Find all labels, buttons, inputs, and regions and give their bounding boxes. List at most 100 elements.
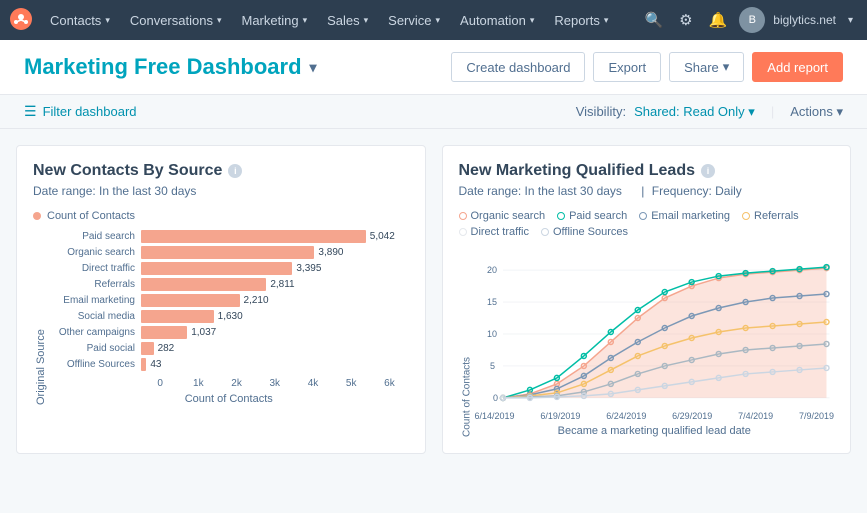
bar-label: Organic search xyxy=(49,247,141,258)
bar-fill xyxy=(141,326,187,339)
bar-value: 1,630 xyxy=(218,311,243,322)
settings-icon[interactable]: ⚙ xyxy=(675,7,696,33)
line-legend-label: Organic search xyxy=(471,210,546,222)
bar-x-axis-label: Count of Contacts xyxy=(49,393,409,405)
nav-conversations[interactable]: Conversations▾ xyxy=(120,0,232,40)
bar-chart-card: New Contacts By Source i Date range: In … xyxy=(16,145,426,454)
bar-label: Direct traffic xyxy=(49,263,141,274)
nav-automation[interactable]: Automation▾ xyxy=(450,0,544,40)
share-caret: ▾ xyxy=(723,59,730,75)
visibility-label: Visibility: xyxy=(576,104,626,119)
line-chart-svg: 0 5 10 15 20 xyxy=(475,246,835,406)
bar-label: Offline Sources xyxy=(49,359,141,370)
bar-value: 5,042 xyxy=(370,231,395,242)
bar-row: Paid social282 xyxy=(49,342,409,355)
search-icon[interactable]: 🔍 xyxy=(640,7,667,33)
bar-fill-wrapper: 1,037 xyxy=(141,326,409,339)
line-chart-body: Count of Contacts 0 5 10 15 20 xyxy=(459,246,835,437)
bar-x-tick: 6k xyxy=(370,378,408,389)
bar-x-tick: 1k xyxy=(179,378,217,389)
line-chart-card: New Marketing Qualified Leads i Date ran… xyxy=(442,145,852,454)
line-legend-item: Offline Sources xyxy=(541,226,628,238)
bar-fill xyxy=(141,262,292,275)
bar-x-tick: 3k xyxy=(256,378,294,389)
line-legend-item: Referrals xyxy=(742,210,799,222)
line-legend-item: Email marketing xyxy=(639,210,730,222)
nav-contacts[interactable]: Contacts▾ xyxy=(40,0,120,40)
bar-fill xyxy=(141,342,154,355)
bar-value: 2,210 xyxy=(244,295,269,306)
svg-text:5: 5 xyxy=(489,361,494,371)
line-legend-label: Paid search xyxy=(569,210,627,222)
nav-reports[interactable]: Reports▾ xyxy=(544,0,618,40)
line-chart-svg-wrapper: 0 5 10 15 20 xyxy=(475,246,835,409)
automation-caret: ▾ xyxy=(530,15,535,26)
line-legend-dot xyxy=(459,212,467,220)
line-legend-dot xyxy=(639,212,647,220)
legend-dot xyxy=(33,212,41,220)
bar-chart-info-icon[interactable]: i xyxy=(228,164,242,178)
visibility-caret: ▾ xyxy=(748,104,755,119)
notifications-icon[interactable]: 🔔 xyxy=(705,7,732,33)
domain-caret[interactable]: ▾ xyxy=(844,11,857,30)
bar-row: Social media1,630 xyxy=(49,310,409,323)
bar-label: Email marketing xyxy=(49,295,141,306)
actions-caret: ▾ xyxy=(836,104,843,119)
bar-chart-title: New Contacts By Source i xyxy=(33,162,409,180)
line-legend-item: Direct traffic xyxy=(459,226,529,238)
bar-fill xyxy=(141,230,366,243)
bar-value: 1,037 xyxy=(191,327,216,338)
bar-chart-legend: Count of Contacts xyxy=(33,210,409,222)
bar-fill xyxy=(141,278,266,291)
bar-row: Organic search3,890 xyxy=(49,246,409,259)
line-legend-dot xyxy=(557,212,565,220)
line-x-axis-ticks: 6/14/2019 6/19/2019 6/24/2019 6/29/2019 … xyxy=(475,411,835,421)
bar-label: Referrals xyxy=(49,279,141,290)
line-chart-legend: Organic search Paid search Email marketing… xyxy=(459,210,835,238)
bar-fill xyxy=(141,310,214,323)
create-dashboard-button[interactable]: Create dashboard xyxy=(451,52,585,82)
visibility-value[interactable]: Shared: Read Only ▾ xyxy=(634,104,755,120)
line-legend-dot xyxy=(541,228,549,236)
hubspot-logo[interactable] xyxy=(10,8,32,33)
header-actions: Create dashboard Export Share ▾ Add repo… xyxy=(451,52,843,82)
line-chart-info-icon[interactable]: i xyxy=(701,164,715,178)
actions-button[interactable]: Actions ▾ xyxy=(790,104,843,120)
domain-label[interactable]: biglytics.net xyxy=(773,13,836,27)
bar-fill-wrapper: 2,811 xyxy=(141,278,409,291)
bar-x-axis-ticks: 01k2k3k4k5k6k xyxy=(141,378,409,389)
line-legend-item: Organic search xyxy=(459,210,546,222)
filter-dashboard-button[interactable]: ☰ Filter dashboard xyxy=(24,103,137,120)
bar-fill-wrapper: 1,630 xyxy=(141,310,409,323)
nav-sales[interactable]: Sales▾ xyxy=(317,0,378,40)
bar-label: Paid search xyxy=(49,231,141,242)
filter-bar: ☰ Filter dashboard Visibility: Shared: R… xyxy=(0,95,867,129)
bar-value: 2,811 xyxy=(270,279,294,290)
nav-marketing[interactable]: Marketing▾ xyxy=(231,0,317,40)
bar-fill-wrapper: 3,395 xyxy=(141,262,409,275)
line-x-axis-label: Became a marketing qualified lead date xyxy=(475,425,835,437)
bar-fill xyxy=(141,246,314,259)
bar-fill-wrapper: 3,890 xyxy=(141,246,409,259)
bar-value: 3,395 xyxy=(296,263,321,274)
bar-x-tick: 2k xyxy=(217,378,255,389)
reports-caret: ▾ xyxy=(604,15,609,26)
dashboard-title[interactable]: Marketing Free Dashboard ▾ xyxy=(24,54,317,80)
avatar[interactable]: B xyxy=(739,7,765,33)
nav-service[interactable]: Service▾ xyxy=(378,0,450,40)
svg-text:10: 10 xyxy=(486,329,496,339)
bar-x-tick: 4k xyxy=(294,378,332,389)
title-caret: ▾ xyxy=(310,59,317,76)
line-chart-inner: 0 5 10 15 20 xyxy=(475,246,835,437)
bar-x-tick: 0 xyxy=(141,378,179,389)
share-button[interactable]: Share ▾ xyxy=(669,52,744,82)
bar-row: Offline Sources43 xyxy=(49,358,409,371)
line-legend-label: Direct traffic xyxy=(471,226,529,238)
page-header: Marketing Free Dashboard ▾ Create dashbo… xyxy=(0,40,867,95)
add-report-button[interactable]: Add report xyxy=(752,52,843,82)
bar-row: Referrals 2,811 xyxy=(49,278,409,291)
marketing-caret: ▾ xyxy=(303,15,308,26)
bar-row: Paid search 5,042 xyxy=(49,230,409,243)
svg-text:0: 0 xyxy=(492,393,497,403)
export-button[interactable]: Export xyxy=(593,52,661,82)
